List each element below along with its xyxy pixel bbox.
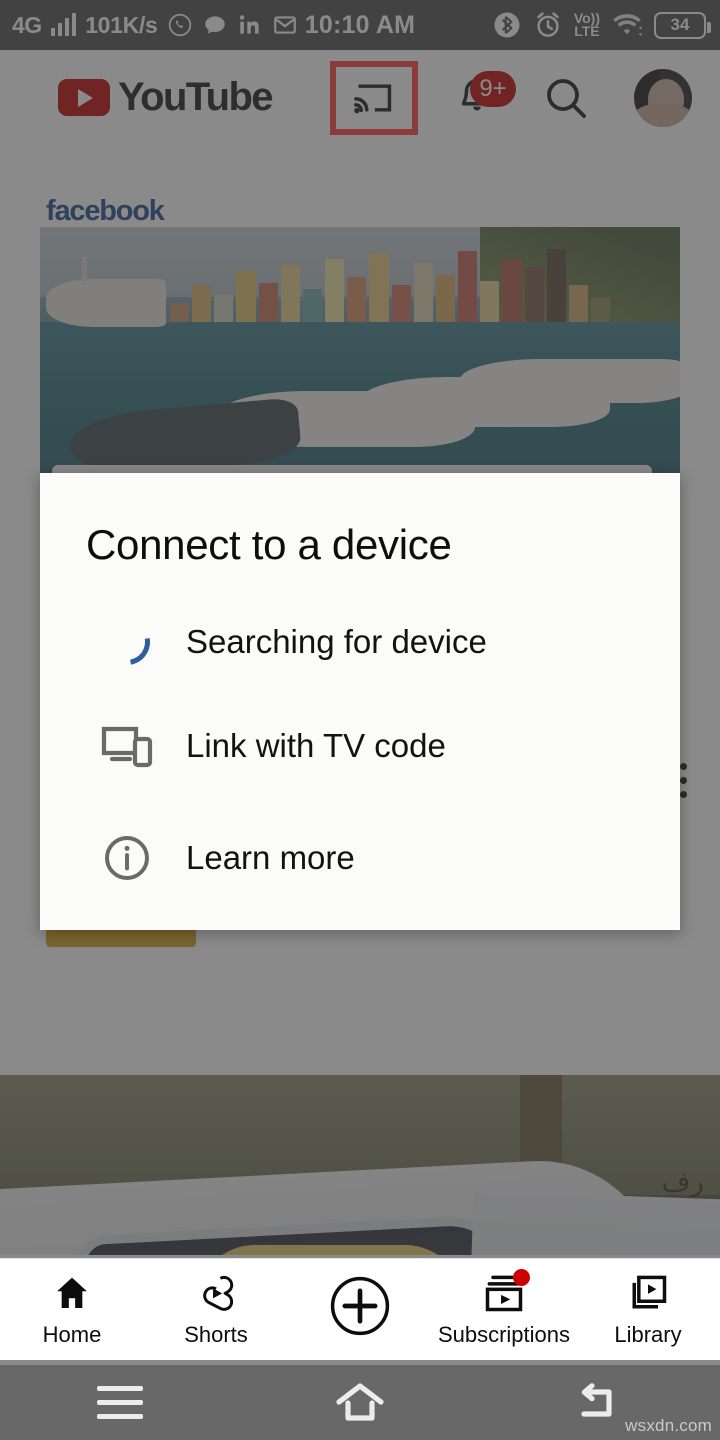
menu-icon <box>97 1386 143 1419</box>
nav-label: Shorts <box>184 1322 248 1347</box>
create-plus-icon <box>325 1276 395 1336</box>
phone-screen: 4G 101K/s 10:10 AM V <box>0 0 720 1440</box>
nav-label: Subscriptions <box>437 1322 571 1347</box>
watermark: wsxdn.com <box>625 1416 712 1435</box>
dialog-item-searching[interactable]: Searching for device <box>40 598 680 686</box>
subscriptions-icon <box>482 1269 530 1315</box>
dialog-item-learn-more[interactable]: Learn more <box>40 814 680 902</box>
home-icon <box>51 1271 93 1315</box>
tv-and-phone-icon <box>92 723 162 769</box>
nav-item-subscriptions[interactable]: Subscriptions <box>432 1269 576 1348</box>
nav-item-home[interactable]: Home <box>0 1271 144 1348</box>
shorts-icon <box>195 1271 237 1315</box>
info-circle-icon <box>92 833 162 883</box>
nav-item-shorts[interactable]: Shorts <box>144 1271 288 1348</box>
subscriptions-badge-dot <box>513 1269 530 1286</box>
nav-item-create[interactable] <box>288 1276 432 1336</box>
nav-item-library[interactable]: Library <box>576 1271 720 1348</box>
youtube-bottom-nav: Home Shorts Subscriptions Library <box>0 1258 720 1360</box>
dialog-item-label: Link with TV code <box>186 727 446 764</box>
home-button[interactable] <box>315 1374 405 1432</box>
nav-label: Home <box>42 1322 102 1347</box>
connect-to-device-dialog: Connect to a device Searching for device… <box>40 473 680 930</box>
loading-spinner-icon <box>92 609 162 675</box>
nav-label: Library <box>614 1322 682 1347</box>
android-system-nav: wsxdn.com <box>0 1365 720 1440</box>
dialog-title: Connect to a device <box>86 521 452 568</box>
dialog-item-label: Searching for device <box>186 623 487 660</box>
home-outline-icon <box>336 1382 384 1421</box>
back-arrow-icon <box>581 1382 612 1417</box>
recents-menu-button[interactable] <box>75 1374 165 1432</box>
dialog-item-label: Learn more <box>186 839 355 876</box>
dialog-item-link-tv-code[interactable]: Link with TV code <box>40 702 680 790</box>
library-icon <box>626 1271 670 1315</box>
